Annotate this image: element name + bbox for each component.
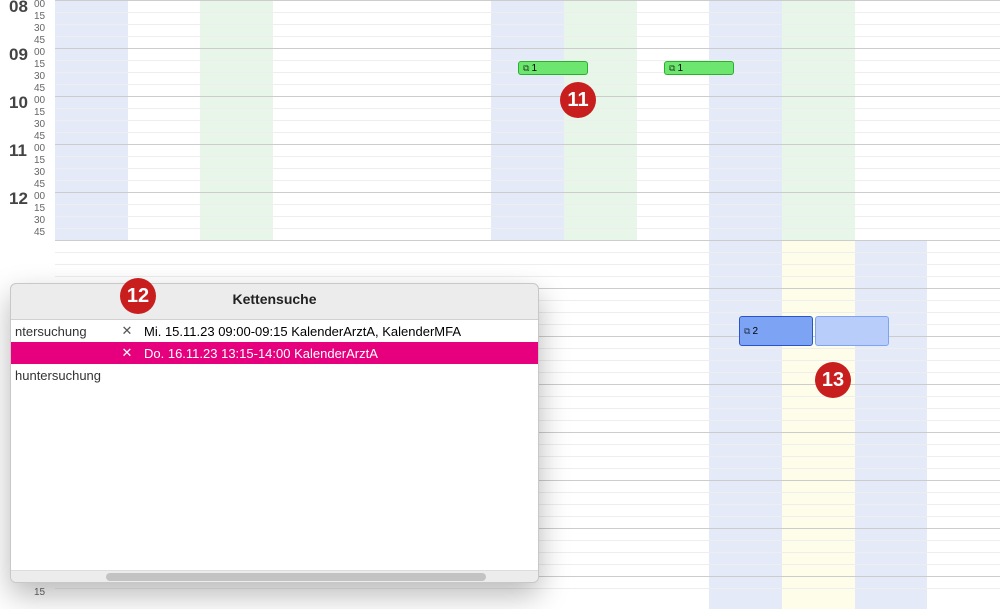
panel-title: Kettensuche <box>11 291 538 307</box>
row-text: Do. 16.11.23 13:15-14:00 KalenderArztA <box>144 346 378 361</box>
appointment-label: 1 <box>531 62 537 75</box>
minute-label: 15 <box>34 59 45 70</box>
appointment-label: 2 <box>752 325 758 338</box>
hour-label: 09 <box>9 45 28 65</box>
row-text: Mi. 15.11.23 09:00-09:15 KalenderArztA, … <box>144 324 461 339</box>
link-icon: ⧉ <box>523 62 529 75</box>
row-leading-fragment: ntersuchung <box>15 324 110 339</box>
annotation-callout-11: 11 <box>560 82 596 118</box>
kettensuche-row[interactable]: ✕ Do. 16.11.23 13:15-14:00 KalenderArztA <box>11 342 538 364</box>
hour-label: 08 <box>9 0 28 17</box>
minute-label: 00 <box>34 95 45 106</box>
minute-label: 30 <box>34 23 45 34</box>
minute-label: 00 <box>34 143 45 154</box>
minute-label: 45 <box>34 227 45 238</box>
minute-label: 45 <box>34 131 45 142</box>
horizontal-scrollbar[interactable] <box>11 570 538 582</box>
minute-label: 30 <box>34 215 45 226</box>
minute-label: 30 <box>34 119 45 130</box>
appointment-blue-shadow[interactable] <box>815 316 889 346</box>
kettensuche-panel: Kettensuche ntersuchung ✕ Mi. 15.11.23 09:… <box>10 283 539 583</box>
close-icon[interactable]: ✕ <box>120 323 134 339</box>
minute-label: 00 <box>34 0 45 10</box>
kettensuche-row[interactable]: huntersuchung <box>11 364 538 386</box>
minute-label: 15 <box>34 107 45 118</box>
row-leading-fragment: huntersuchung <box>15 368 110 383</box>
link-icon: ⧉ <box>744 325 750 338</box>
minute-label: 45 <box>34 83 45 94</box>
close-icon[interactable]: ✕ <box>120 345 134 361</box>
panel-body: ntersuchung ✕ Mi. 15.11.23 09:00-09:15 Kal… <box>11 319 538 570</box>
kettensuche-row[interactable]: ntersuchung ✕ Mi. 15.11.23 09:00-09:15 Kal… <box>11 320 538 342</box>
minute-label: 15 <box>34 587 45 598</box>
hour-label: 10 <box>9 93 28 113</box>
minute-label: 45 <box>34 179 45 190</box>
appointment-green-1[interactable]: ⧉ 1 <box>518 61 588 75</box>
minute-label: 00 <box>34 191 45 202</box>
minute-label: 00 <box>34 47 45 58</box>
scrollbar-thumb[interactable] <box>106 573 486 581</box>
annotation-callout-13: 13 <box>815 362 851 398</box>
appointment-blue[interactable]: ⧉ 2 <box>739 316 813 346</box>
minute-label: 15 <box>34 11 45 22</box>
link-icon: ⧉ <box>669 62 675 75</box>
minute-label: 15 <box>34 203 45 214</box>
appointment-label: 1 <box>677 62 683 75</box>
minute-label: 45 <box>34 35 45 46</box>
hour-label: 11 <box>9 141 27 161</box>
minute-label: 30 <box>34 71 45 82</box>
minute-label: 15 <box>34 155 45 166</box>
annotation-callout-12: 12 <box>120 278 156 314</box>
minute-label: 30 <box>34 167 45 178</box>
appointment-green-2[interactable]: ⧉ 1 <box>664 61 734 75</box>
hour-label: 12 <box>9 189 28 209</box>
